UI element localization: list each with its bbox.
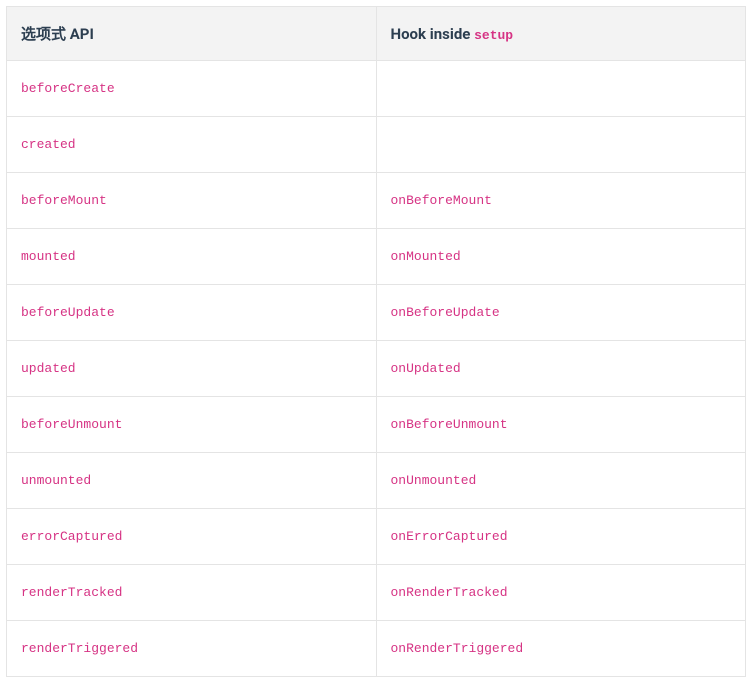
option-link[interactable]: beforeUpdate xyxy=(21,305,115,320)
table-row: renderTracked onRenderTracked xyxy=(7,565,746,621)
table-row: mounted onMounted xyxy=(7,229,746,285)
option-cell: updated xyxy=(7,341,377,397)
hook-cell: onUpdated xyxy=(376,341,746,397)
hook-cell: onErrorCaptured xyxy=(376,509,746,565)
table-row: errorCaptured onErrorCaptured xyxy=(7,509,746,565)
option-cell: beforeUnmount xyxy=(7,397,377,453)
header-col2-prefix: Hook inside xyxy=(391,25,475,43)
option-cell: renderTracked xyxy=(7,565,377,621)
option-link[interactable]: mounted xyxy=(21,249,76,264)
hook-text: onMounted xyxy=(391,249,461,264)
table-row: updated onUpdated xyxy=(7,341,746,397)
hook-cell: onRenderTriggered xyxy=(376,621,746,677)
table-row: beforeCreate xyxy=(7,61,746,117)
hook-cell: onMounted xyxy=(376,229,746,285)
hook-text: onRenderTracked xyxy=(391,585,508,600)
hook-cell: onBeforeUpdate xyxy=(376,285,746,341)
hook-text: onBeforeMount xyxy=(391,193,492,208)
table-row: beforeMount onBeforeMount xyxy=(7,173,746,229)
table-header-row: 选项式 API Hook inside setup xyxy=(7,7,746,61)
hook-text: onUpdated xyxy=(391,361,461,376)
option-cell: beforeCreate xyxy=(7,61,377,117)
option-cell: beforeMount xyxy=(7,173,377,229)
option-cell: created xyxy=(7,117,377,173)
hook-text: onErrorCaptured xyxy=(391,529,508,544)
option-cell: errorCaptured xyxy=(7,509,377,565)
hook-cell: onBeforeMount xyxy=(376,173,746,229)
hook-text: onBeforeUnmount xyxy=(391,417,508,432)
hook-text: onUnmounted xyxy=(391,473,477,488)
hook-text: onBeforeUpdate xyxy=(391,305,500,320)
option-link[interactable]: renderTracked xyxy=(21,585,122,600)
option-link[interactable]: updated xyxy=(21,361,76,376)
option-cell: renderTriggered xyxy=(7,621,377,677)
option-link[interactable]: beforeCreate xyxy=(21,81,115,96)
option-link[interactable]: unmounted xyxy=(21,473,91,488)
option-cell: mounted xyxy=(7,229,377,285)
table-row: unmounted onUnmounted xyxy=(7,453,746,509)
header-col1-text: 选项式 API xyxy=(21,25,94,43)
header-col2-code: setup xyxy=(474,28,513,43)
table-header-hook-inside-setup: Hook inside setup xyxy=(376,7,746,61)
option-link[interactable]: beforeUnmount xyxy=(21,417,122,432)
hook-cell xyxy=(376,117,746,173)
option-link[interactable]: created xyxy=(21,137,76,152)
table-body: beforeCreate created beforeMount onBefor… xyxy=(7,61,746,677)
option-cell: beforeUpdate xyxy=(7,285,377,341)
option-link[interactable]: renderTriggered xyxy=(21,641,138,656)
table-row: beforeUnmount onBeforeUnmount xyxy=(7,397,746,453)
table-row: beforeUpdate onBeforeUpdate xyxy=(7,285,746,341)
hook-cell: onUnmounted xyxy=(376,453,746,509)
option-link[interactable]: beforeMount xyxy=(21,193,107,208)
hook-cell: onRenderTracked xyxy=(376,565,746,621)
table-header-options-api: 选项式 API xyxy=(7,7,377,61)
hook-cell xyxy=(376,61,746,117)
hook-text: onRenderTriggered xyxy=(391,641,524,656)
lifecycle-hooks-table: 选项式 API Hook inside setup beforeCreate c… xyxy=(6,6,746,677)
option-link[interactable]: errorCaptured xyxy=(21,529,122,544)
table-row: renderTriggered onRenderTriggered xyxy=(7,621,746,677)
table-row: created xyxy=(7,117,746,173)
hook-cell: onBeforeUnmount xyxy=(376,397,746,453)
option-cell: unmounted xyxy=(7,453,377,509)
